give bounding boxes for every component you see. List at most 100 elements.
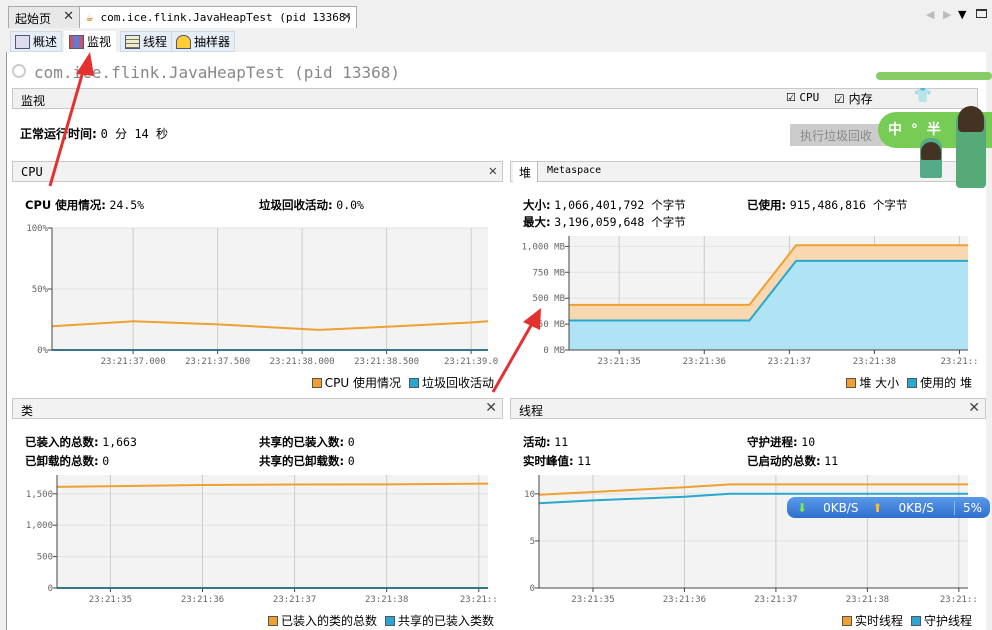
heap-size: 大小: 1,066,401,792 个字节 [523,198,686,212]
legend-item: 垃圾回收活动 [408,374,494,391]
cpu-checkbox[interactable]: ☑ CPU [786,91,819,104]
x-tick-label: 23:21:39.0 [444,357,498,367]
tab-javaheaptest[interactable]: ☕ com.ice.flink.JavaHeapTest (pid 13368)… [79,6,357,28]
tab-heap[interactable]: 堆 [513,162,539,182]
subtab-sampler[interactable]: 抽样器 [171,31,236,52]
classes-unloaded: 已卸载的总数: 0 [25,454,110,468]
plot-area [57,475,488,588]
status-icon [12,64,26,78]
x-tick-label: 23:21:: [460,595,498,605]
cpu-panel-header: CPU ✕ [12,161,503,182]
page-title: com.ice.flink.JavaHeapTest (pid 13368) [34,63,401,82]
x-tick-label: 23:21:35 [571,595,614,605]
classes-chart: 0 500 1,000 1,500 23:21:35 23:21:36 23:21:37 23… [26,475,498,605]
legend-item: 守护线程 [910,612,972,629]
x-tick-label: 23:21:37 [768,357,811,367]
x-tick-label: 23:21:35 [89,595,132,605]
x-tick-label: 23:21:38 [846,595,889,605]
cpu-legend: CPU 使用情况 垃圾回收活动 [311,374,494,391]
y-tick-label: 1,000 MB [522,242,565,252]
y-tick-label: 10 [524,490,535,500]
close-icon[interactable]: ✕ [968,400,980,416]
legend-item: 堆 大小 [846,374,899,391]
threads-panel-header: 线程 ✕ [510,398,986,419]
decorative-sticker: 👕 中 ° 半 [876,72,992,192]
memory-checkbox[interactable]: ☑ 内存 [834,90,873,107]
threads-legend: 实时线程 守护线程 [841,612,972,629]
legend-item: 实时线程 [841,612,903,629]
monitor-icon [69,34,84,49]
y-tick-label: 1,500 [26,490,53,500]
perform-gc-button[interactable]: 执行垃圾回收 [790,124,890,146]
x-tick-label: 23:21:37 [273,595,316,605]
y-tick-label: 50% [32,285,49,295]
sticker-vine [876,72,992,80]
x-tick-label: 23:21:38 [365,595,408,605]
y-tick-label: 250 MB [532,320,565,330]
classes-legend: 已装入的类的总数 共享的已装入类数 [267,612,494,629]
close-icon[interactable]: ✕ [485,400,497,416]
x-tick-label: 23:21:36 [181,595,224,605]
x-tick-label: 23:21:: [940,595,978,605]
upload-arrow-icon: ⬆ [872,500,883,515]
subtab-overview[interactable]: 概述 [10,31,63,52]
y-tick-label: 500 MB [532,294,565,304]
x-tick-label: 23:21:38.500 [354,357,419,367]
java-icon: ☕ [86,10,94,24]
y-tick-label: 500 [37,553,53,563]
maximize-icon[interactable] [976,9,987,18]
x-tick-label: 23:21:: [941,357,979,367]
y-tick-label: 750 MB [532,268,565,278]
legend-item: 使用的 堆 [907,374,972,391]
subtab-monitor[interactable]: 监视 [64,31,117,52]
threads-chart: 0 5 10 23:21:35 23:21:36 23:21:37 23:21:38 23:2… [524,475,978,605]
y-tick-label: 5 [530,537,535,547]
y-tick-label: 0 [48,584,53,594]
close-icon[interactable]: ✕ [63,9,74,24]
sticker-text: 中 ° 半 [888,122,943,138]
x-tick-label: 23:21:37 [754,595,797,605]
shirt-icon: 👕 [914,88,932,104]
tab-metaspace[interactable]: Metaspace [547,165,601,176]
sticker-hair [921,142,941,160]
classes-panel-header: 类 ✕ [12,398,503,419]
close-icon[interactable]: ✕ [489,163,497,179]
y-tick-label: 100% [26,224,48,234]
threads-daemon: 守护进程: 10 [747,435,816,449]
threads-peak: 实时峰值: 11 [523,454,592,468]
subtab-threads[interactable]: 线程 [120,31,173,52]
x-tick-label: 23:21:37.000 [101,357,166,367]
legend-item: CPU 使用情况 [311,374,401,391]
sampler-icon [176,34,191,49]
sticker-hair [958,106,984,132]
cpu-chart: 0% 50% 100% 23:21:37.000 23:21:37.500 23:21:3… [26,224,498,367]
uptime: 正常运行时间: 0 分 14 秒 [20,127,168,141]
overview-icon [15,34,30,49]
legend-item: 共享的已装入类数 [384,612,494,629]
x-tick-label: 23:21:35 [598,357,641,367]
threads-icon [125,34,140,49]
heap-used: 已使用: 915,486,816 个字节 [747,198,908,212]
y-tick-label: 0% [37,346,48,356]
scroll-left-icon[interactable]: ◀ [926,8,934,21]
heap-chart: 0 MB 250 MB 500 MB 750 MB 1,000 MB 23:21:35 23… [522,236,979,367]
close-icon[interactable]: ✕ [343,9,351,24]
legend-item: 已装入的类的总数 [267,612,377,629]
network-speed-widget[interactable]: ⬇ 0KB/S ⬆ 0KB/S 5% [787,497,990,518]
x-tick-label: 23:21:36 [663,595,706,605]
scroll-right-icon[interactable]: ▶ [943,8,951,21]
heap-legend: 堆 大小 使用的 堆 [846,374,972,391]
x-tick-label: 23:21:37.500 [185,357,250,367]
shared-unloaded: 共享的已卸载数: 0 [259,454,355,468]
threads-live: 活动: 11 [523,435,569,449]
y-tick-label: 0 MB [543,346,565,356]
y-tick-label: 0 [530,584,535,594]
y-tick-label: 1,000 [26,521,53,531]
dropdown-icon[interactable]: ▼ [958,8,966,21]
x-tick-label: 23:21:36 [683,357,726,367]
threads-started: 已启动的总数: 11 [747,454,839,468]
classes-loaded: 已装入的总数: 1,663 [25,435,137,449]
download-arrow-icon: ⬇ [797,500,808,515]
tab-start-page[interactable]: 起始页 ✕ [8,6,80,28]
x-tick-label: 23:21:38.000 [270,357,335,367]
